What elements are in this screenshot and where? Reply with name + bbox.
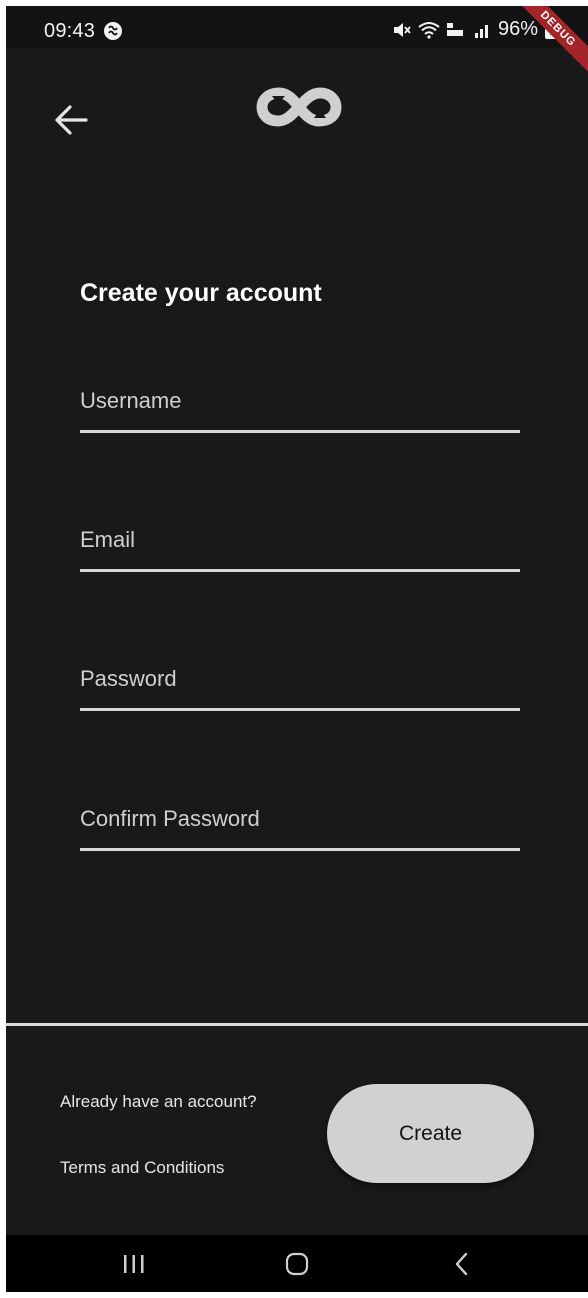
page-title: Create your account	[80, 279, 322, 307]
footer-divider	[6, 1023, 588, 1026]
terms-link[interactable]: Terms and Conditions	[60, 1158, 224, 1178]
username-input[interactable]	[80, 374, 520, 428]
volte-icon	[446, 22, 463, 36]
email-field-wrapper	[80, 513, 520, 573]
system-nav-bar	[6, 1235, 588, 1292]
signal-icon	[474, 24, 488, 38]
confirm-password-input[interactable]	[80, 792, 520, 846]
password-input[interactable]	[80, 652, 520, 706]
confirm-password-field-wrapper	[80, 792, 520, 852]
username-field-wrapper	[80, 374, 520, 434]
infinity-logo-icon	[256, 87, 342, 127]
login-link[interactable]: Already have an account?	[60, 1092, 257, 1112]
confirm-password-underline	[80, 848, 520, 851]
back-arrow-icon[interactable]	[52, 102, 92, 138]
email-underline	[80, 569, 520, 572]
email-input[interactable]	[80, 513, 520, 567]
battery-percentage: 96%	[497, 18, 538, 40]
wifi-icon	[418, 21, 440, 39]
password-field-wrapper	[80, 652, 520, 712]
mute-icon	[393, 22, 411, 37]
status-time: 09:43	[44, 20, 96, 42]
create-button[interactable]: Create	[327, 1084, 534, 1183]
password-underline	[80, 708, 520, 711]
app-notification-icon	[104, 22, 122, 40]
recent-apps-icon[interactable]	[114, 1249, 154, 1279]
app-screen: 09:43 96% DEBUG Create your account User…	[6, 6, 588, 1292]
home-icon[interactable]	[277, 1249, 317, 1279]
status-bar: 09:43 96%	[6, 6, 588, 48]
status-icons: 96%	[392, 18, 558, 41]
nav-back-icon[interactable]	[442, 1249, 482, 1279]
username-underline	[80, 430, 520, 433]
